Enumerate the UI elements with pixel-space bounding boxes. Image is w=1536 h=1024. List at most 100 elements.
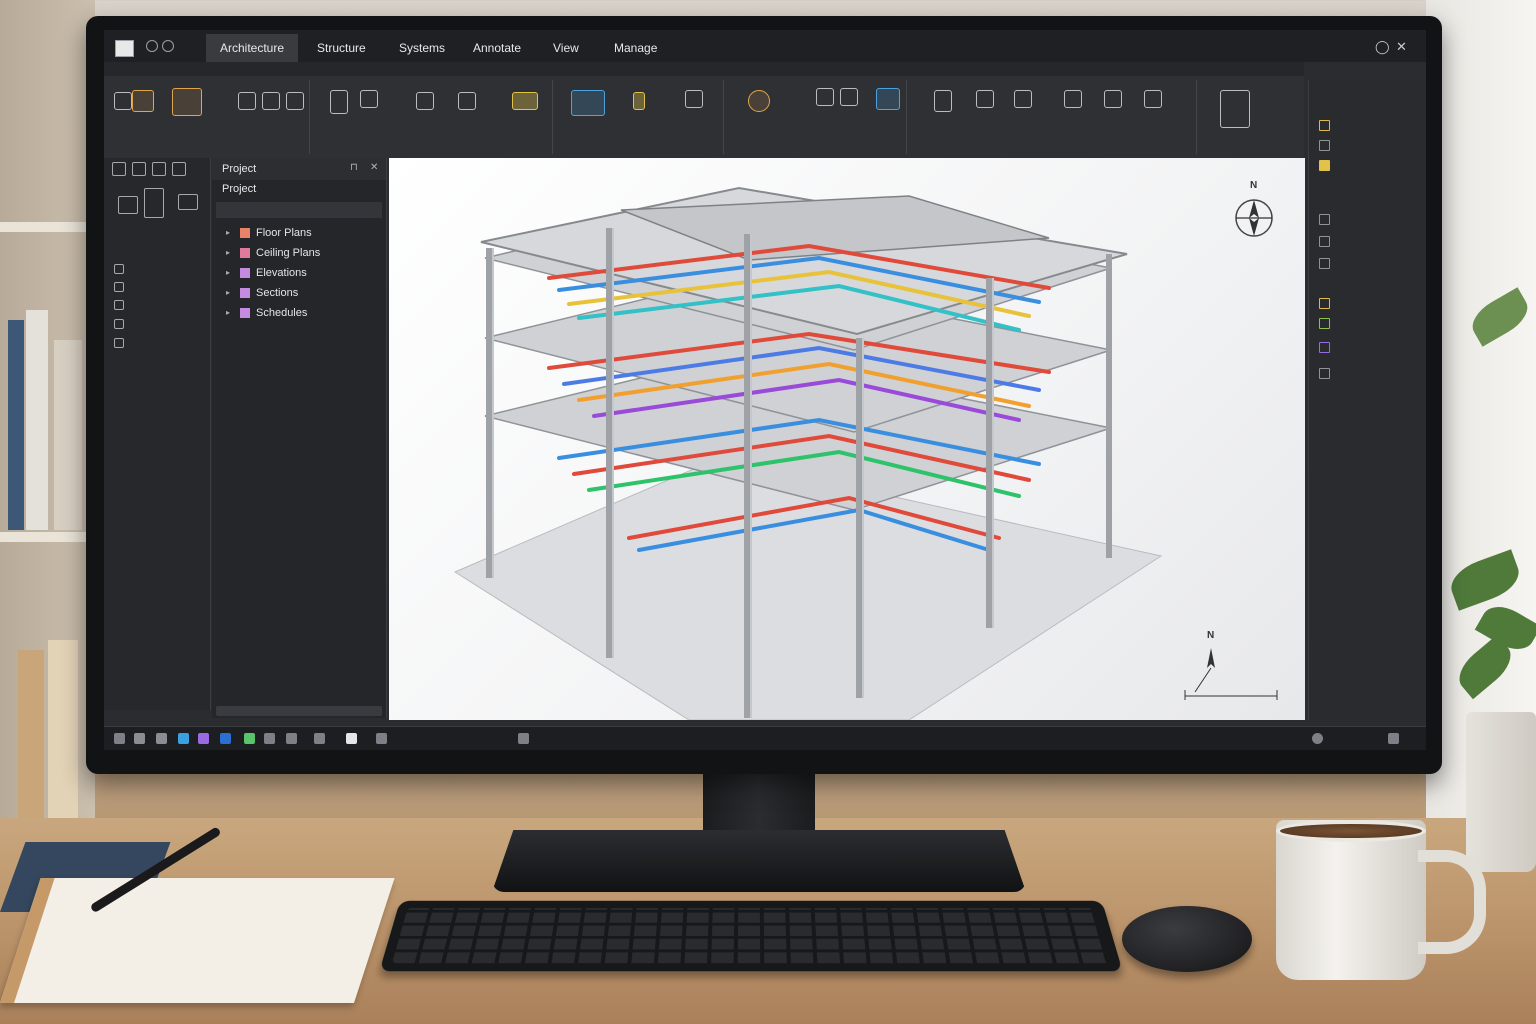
chevron-right-icon[interactable]: ▸	[226, 284, 230, 302]
room-tool-icon[interactable]	[512, 92, 538, 110]
array-tool-icon[interactable]	[1144, 90, 1162, 108]
ribbon-group-model	[559, 80, 724, 154]
view-item-icon[interactable]	[114, 300, 124, 310]
view-item-icon[interactable]	[114, 319, 124, 329]
mirror-tool-icon[interactable]	[1104, 90, 1122, 108]
aircraft-tool-icon[interactable]	[178, 194, 198, 210]
notification-icon[interactable]	[1388, 733, 1399, 744]
chevron-right-icon[interactable]: ▸	[226, 244, 230, 262]
project-browser-title: Project	[222, 183, 257, 195]
building-model	[453, 186, 1278, 721]
view-item-icon[interactable]	[114, 338, 124, 348]
app-icon[interactable]	[376, 733, 387, 744]
app-icon[interactable]	[314, 733, 325, 744]
window-tool-icon[interactable]	[262, 92, 280, 110]
ribbon-context-bar	[104, 62, 1304, 76]
chevron-right-icon[interactable]: ▸	[226, 304, 230, 322]
view-item-icon[interactable]	[114, 264, 124, 274]
properties-panel-icon[interactable]	[1220, 90, 1250, 128]
tab-annotate[interactable]: Annotate	[459, 34, 535, 62]
view-item-icon[interactable]	[114, 282, 124, 292]
level-tool-icon[interactable]	[816, 88, 834, 106]
text-tool-icon[interactable]	[172, 162, 186, 176]
help-icon[interactable]: ◯	[1375, 39, 1390, 55]
property-row[interactable]	[1319, 160, 1334, 171]
ramp-tool-icon[interactable]	[416, 92, 434, 110]
reference-plane-icon[interactable]	[840, 88, 858, 106]
tab-systems[interactable]: Systems	[385, 34, 459, 62]
component-tool-icon[interactable]	[172, 88, 202, 116]
grid-tool-icon[interactable]	[748, 90, 770, 112]
door-tool-icon[interactable]	[238, 92, 256, 110]
property-row[interactable]	[1319, 258, 1334, 269]
section-box-icon[interactable]	[876, 88, 900, 110]
search-icon[interactable]	[134, 733, 145, 744]
chevron-right-icon[interactable]: ▸	[226, 224, 230, 242]
status-bar	[104, 726, 1426, 750]
browser-root-node[interactable]	[216, 202, 382, 218]
book	[26, 310, 48, 530]
column-tool-icon[interactable]	[286, 92, 304, 110]
property-row[interactable]	[1319, 214, 1334, 225]
settings-icon[interactable]	[162, 40, 174, 52]
model-group-icon[interactable]	[571, 90, 605, 116]
app-icon[interactable]	[264, 733, 275, 744]
app-icon[interactable]	[286, 733, 297, 744]
view-type-swatch	[240, 308, 250, 318]
railing-tool-icon[interactable]	[360, 90, 378, 108]
monitor-stand-base	[492, 830, 1026, 892]
family-tool-icon[interactable]	[144, 188, 164, 218]
property-row[interactable]	[1319, 298, 1334, 309]
opening-tool-icon[interactable]	[633, 92, 645, 110]
close-icon[interactable]: ✕	[1396, 39, 1407, 55]
stair-tool-icon[interactable]	[330, 90, 348, 114]
pan-tool-icon[interactable]	[132, 162, 146, 176]
tab-architecture[interactable]: Architecture	[206, 34, 299, 62]
property-row[interactable]	[1319, 318, 1334, 329]
app-icon[interactable]	[244, 733, 255, 744]
dimension-tool-icon[interactable]	[685, 90, 703, 108]
3d-viewport[interactable]: N N	[389, 158, 1305, 721]
view-type-swatch	[240, 228, 250, 238]
mug-handle	[1418, 850, 1486, 954]
app-icon[interactable]	[178, 733, 189, 744]
property-row[interactable]	[1319, 342, 1334, 353]
home-icon[interactable]	[146, 40, 158, 52]
network-icon[interactable]	[1312, 733, 1323, 744]
property-row[interactable]	[1319, 236, 1334, 247]
tab-structure[interactable]: Structure	[303, 34, 380, 62]
ribbon-group-circulation	[316, 80, 553, 154]
aircraft-tool-icon[interactable]	[118, 196, 138, 214]
north-label: N	[1207, 630, 1215, 641]
trim-tool-icon[interactable]	[1064, 90, 1082, 108]
app-icon[interactable]	[518, 733, 529, 744]
property-row[interactable]	[1319, 120, 1334, 131]
task-view-icon[interactable]	[156, 733, 167, 744]
align-tool-icon[interactable]	[934, 90, 952, 112]
tab-view[interactable]: View	[539, 34, 593, 62]
move-tool-icon[interactable]	[976, 90, 994, 108]
shelf-plank	[0, 532, 95, 542]
rotate-tool-icon[interactable]	[1014, 90, 1032, 108]
browser-scrollbar[interactable]	[216, 706, 382, 716]
app-logo-icon[interactable]	[115, 40, 134, 57]
wall-tool-icon[interactable]	[114, 92, 132, 110]
pin-icon[interactable]: ⊓	[350, 162, 358, 173]
app-icon[interactable]	[220, 733, 231, 744]
wall-tool-icon[interactable]	[132, 90, 154, 112]
app-icon[interactable]	[346, 733, 357, 744]
chevron-right-icon[interactable]: ▸	[226, 264, 230, 282]
tab-manage[interactable]: Manage	[600, 34, 671, 62]
close-icon[interactable]: ✕	[370, 162, 378, 173]
start-icon[interactable]	[114, 733, 125, 744]
select-tool-icon[interactable]	[112, 162, 126, 176]
ribbon-group-datum	[730, 80, 907, 154]
roof-tool-icon[interactable]	[458, 92, 476, 110]
property-row[interactable]	[1319, 140, 1334, 151]
project-browser-header: Project	[212, 158, 386, 180]
property-row[interactable]	[1319, 368, 1334, 379]
zoom-tool-icon[interactable]	[152, 162, 166, 176]
app-icon[interactable]	[198, 733, 209, 744]
mouse	[1122, 906, 1252, 972]
view-type-swatch	[240, 288, 250, 298]
